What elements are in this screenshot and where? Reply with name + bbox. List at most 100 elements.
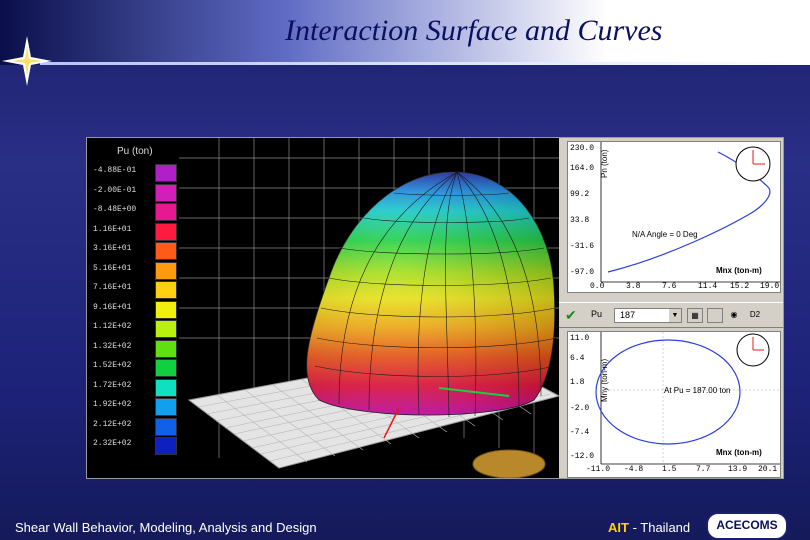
pu-label: Pu	[591, 309, 603, 319]
footer-place: - Thailand	[628, 520, 691, 535]
app-screenshot: Pu (ton) -4.88E-01 -2.00E-01 -8.48E+00 1.16…	[86, 137, 784, 479]
pn-tick-0: 230.0	[570, 144, 595, 153]
mny-xtick-2: 1.5	[662, 465, 677, 474]
legend-label: 1.16E+01	[93, 224, 132, 234]
mny-tick-2: 1.8	[570, 378, 585, 387]
footer-institution: AIT - Thailand	[608, 520, 690, 535]
mny-x-ticks: -11.0 -4.8 1.5 7.7 13.9 20.1	[568, 465, 780, 475]
pu-dropdown[interactable]: 187 ▼	[614, 308, 682, 323]
legend-swatch	[155, 378, 177, 397]
legend-row: 2.32E+02	[93, 437, 179, 455]
legend-row: 2.12E+02	[93, 417, 179, 436]
chevron-down-icon[interactable]: ▼	[669, 309, 681, 322]
pn-axis-title: Pn (ton)	[600, 149, 609, 178]
pn-xtick-2: 7.6	[662, 282, 677, 291]
pn-tick-3: 33.8	[570, 216, 590, 225]
pn-tick-5: -97.0	[570, 268, 595, 277]
legend-label: 1.92E+02	[93, 400, 132, 409]
pn-tick-1: 164.0	[570, 164, 595, 173]
pn-tick-4: -31.6	[570, 242, 595, 251]
mny-tick-1: 6.4	[570, 354, 585, 363]
legend-row: 1.72E+02	[93, 378, 179, 397]
d2-button[interactable]: D2	[745, 308, 765, 321]
curve-toolbar: ✔ Pu 187 ▼ ▦ ◉ D2	[559, 302, 783, 328]
pn-xtick-4: 15.2	[730, 282, 750, 291]
legend-swatch	[155, 339, 177, 358]
mny-xtick-4: 13.9	[728, 465, 748, 474]
pn-xtick-1: 3.8	[626, 282, 641, 291]
slide-title: Interaction Surface and Curves	[285, 14, 663, 47]
legend-row: -2.00E-01	[93, 183, 179, 202]
mnx-axis-title-top: Mnx (ton-m)	[716, 266, 762, 275]
pu-annotation: At Pu = 187.00 ton	[664, 386, 731, 395]
pn-xtick-5: 19.0	[760, 282, 780, 291]
mny-tick-4: -7.4	[570, 428, 590, 437]
legend-swatch	[155, 164, 177, 182]
pn-x-ticks: 0.0 3.8 7.6 11.4 15.2 19.0	[568, 282, 780, 292]
legend-swatch	[155, 320, 177, 338]
grid-toggle-icon[interactable]: ▦	[687, 308, 703, 323]
mny-tick-3: -2.0	[570, 404, 590, 413]
legend-swatch	[155, 222, 177, 241]
legend-swatch	[155, 183, 177, 202]
legend-row: 3.16E+01	[93, 242, 179, 260]
footer-course-title: Shear Wall Behavior, Modeling, Analysis …	[15, 520, 317, 535]
legend-swatch	[155, 417, 177, 436]
legend-row: 1.16E+01	[93, 222, 179, 241]
legend-label: 5.16E+01	[93, 263, 132, 273]
legend-swatch	[155, 242, 177, 260]
green-check-icon[interactable]: ✔	[565, 307, 577, 324]
mny-mnx-graph[interactable]: 11.0 6.4 1.8 -2.0 -7.4 -12.0 Mny (ton-m)…	[567, 331, 781, 478]
pn-xtick-3: 11.4	[698, 282, 718, 291]
mny-xtick-3: 7.7	[696, 465, 711, 474]
color-legend: Pu (ton) -4.88E-01 -2.00E-01 -8.48E+00 1.16…	[87, 138, 179, 478]
acecoms-logo: ACECOMS	[706, 512, 788, 540]
legend-swatch	[155, 300, 177, 319]
pn-tick-2: 99.2	[570, 190, 590, 199]
legend-row: 1.52E+02	[93, 359, 179, 377]
interaction-surface-3d[interactable]	[179, 138, 559, 478]
legend-row: 1.92E+02	[93, 398, 179, 416]
legend-row: 7.16E+01	[93, 281, 179, 299]
mny-xtick-5: 20.1	[758, 465, 778, 474]
legend-label: 1.72E+02	[93, 380, 132, 390]
curves-panel: 230.0 164.0 99.2 33.8 -31.6 -97.0 Pn (to…	[559, 138, 783, 478]
legend-row: 1.12E+02	[93, 320, 179, 338]
pu-value: 187	[620, 310, 636, 320]
mny-xtick-0: -11.0	[586, 465, 611, 474]
legend-label: 2.12E+02	[93, 419, 132, 429]
legend-swatch	[155, 359, 177, 377]
legend-swatch	[155, 398, 177, 416]
eye-icon[interactable]: ◉	[727, 308, 741, 321]
legend-label: -8.48E+00	[93, 205, 137, 214]
legend-title: Pu (ton)	[117, 146, 153, 157]
legend-row: -8.48E+00	[93, 203, 179, 221]
legend-label: -4.88E-01	[93, 166, 137, 175]
legend-label: 3.16E+01	[93, 244, 132, 253]
na-angle-annotation: N/A Angle = 0 Deg	[632, 230, 698, 239]
blank-button[interactable]	[707, 308, 723, 323]
pn-mnx-graph[interactable]: 230.0 164.0 99.2 33.8 -31.6 -97.0 Pn (to…	[567, 141, 781, 293]
pn-xtick-0: 0.0	[590, 282, 605, 291]
four-point-star-icon	[2, 36, 52, 86]
mny-xtick-1: -4.8	[624, 465, 644, 474]
legend-row: 5.16E+01	[93, 261, 179, 280]
legend-label: -2.00E-01	[93, 185, 137, 195]
base-disk	[472, 449, 546, 478]
legend-row: -4.88E-01	[93, 164, 179, 182]
mny-tick-5: -12.0	[570, 452, 595, 461]
legend-label: 2.32E+02	[93, 439, 132, 448]
legend-swatch	[155, 261, 177, 280]
mny-axis-title: Mny (ton-m)	[600, 358, 609, 402]
legend-swatch	[155, 281, 177, 299]
legend-label: 7.16E+01	[93, 283, 132, 292]
legend-row: 1.32E+02	[93, 339, 179, 358]
legend-label: 1.12E+02	[93, 322, 132, 331]
legend-label: 1.32E+02	[93, 341, 132, 351]
legend-label: 1.52E+02	[93, 361, 132, 370]
legend-swatch	[155, 203, 177, 221]
header-rule	[40, 62, 810, 65]
mnx-axis-title-bottom: Mnx (ton-m)	[716, 448, 762, 457]
footer-ait: AIT	[608, 520, 629, 535]
legend-label: 9.16E+01	[93, 302, 132, 312]
